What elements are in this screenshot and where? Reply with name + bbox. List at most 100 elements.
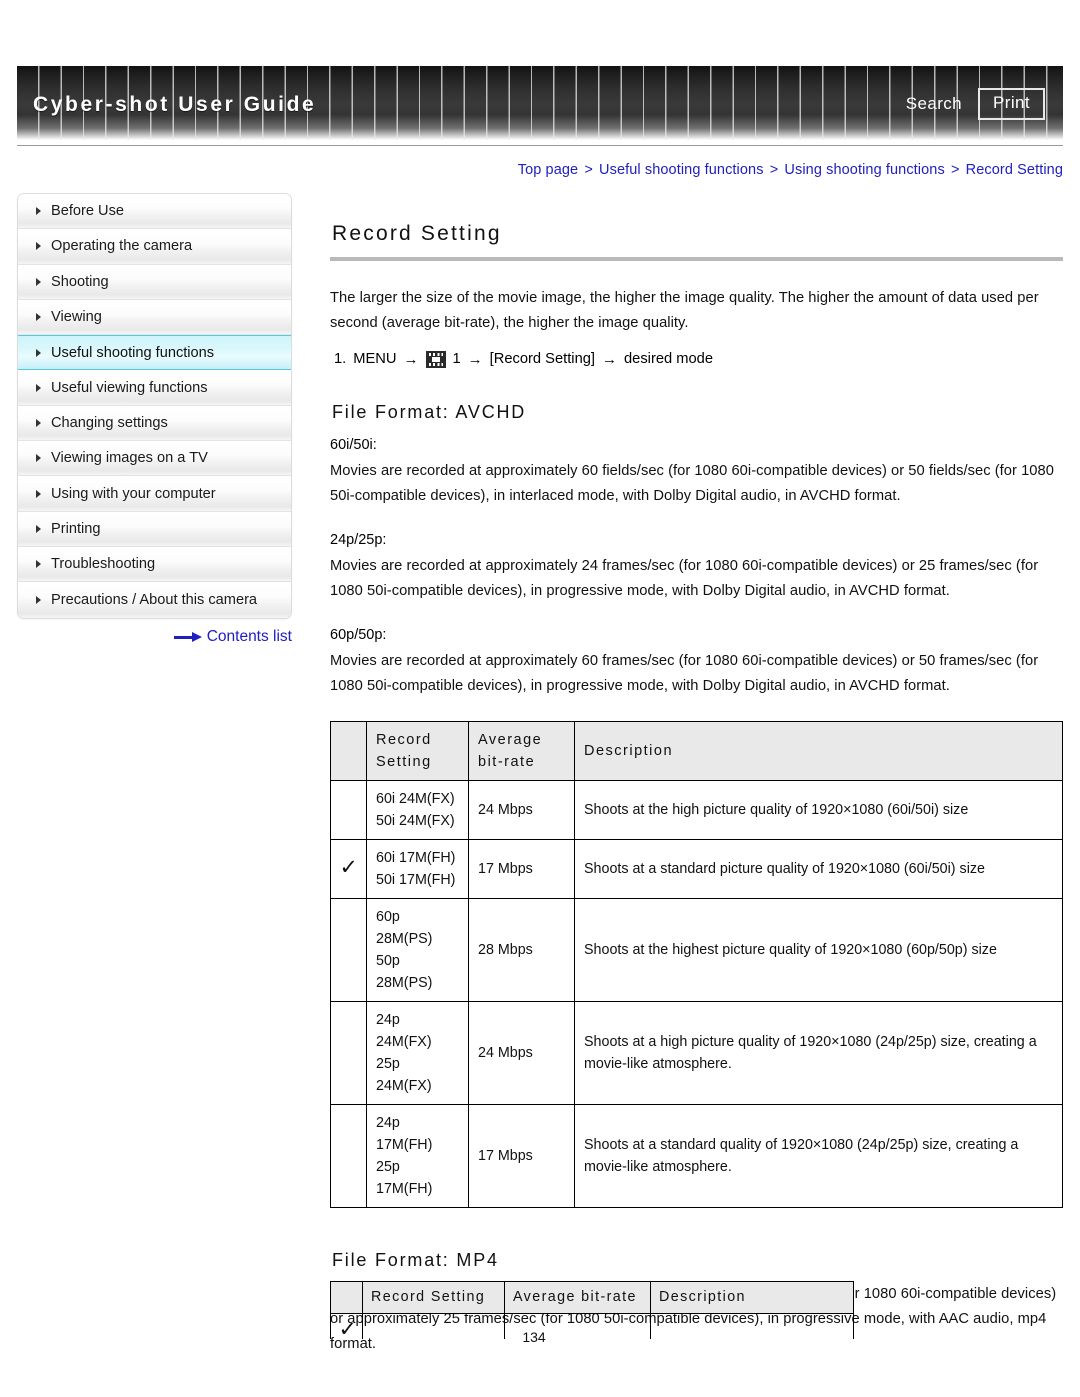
- column-header-record-setting: Record Setting: [362, 1281, 505, 1314]
- column-header-description: Description: [574, 721, 1063, 781]
- breadcrumb-separator: >: [584, 162, 593, 178]
- check-icon: ✓: [339, 856, 359, 879]
- row-check-cell: ✓: [330, 839, 367, 899]
- breadcrumb-item-record-setting[interactable]: Record Setting: [966, 162, 1063, 178]
- cell-record-setting: 24p 24M(FX) 25p 24M(FX): [366, 1001, 469, 1105]
- site-title: Cyber-shot User Guide: [33, 93, 317, 116]
- breadcrumb-item-useful-shooting-functions[interactable]: Useful shooting functions: [599, 162, 764, 178]
- sidebar-item-shooting[interactable]: Shooting: [18, 264, 291, 300]
- header-actions: Search Print: [906, 88, 1045, 120]
- avchd-block-text: Movies are recorded at approximately 60 …: [330, 653, 1039, 694]
- table-row: 24p 24M(FX) 25p 24M(FX) 24 Mbps Shoots a…: [330, 1001, 1063, 1105]
- sidebar-item-label: Using with your computer: [51, 485, 216, 502]
- cell-bitrate: 24 Mbps: [468, 780, 575, 840]
- sidebar-navigation: Before Use Operating the camera Shooting…: [17, 193, 292, 619]
- cell-record-setting: 60i 24M(FX) 50i 24M(FX): [366, 780, 469, 840]
- title-divider: [330, 257, 1063, 261]
- desired-mode-label: desired mode: [624, 351, 713, 367]
- table-row: 24p 17M(FH) 25p 17M(FH) 17 Mbps Shoots a…: [330, 1104, 1063, 1208]
- page-title: Record Setting: [332, 222, 502, 245]
- triangle-right-icon: [36, 418, 41, 427]
- search-link[interactable]: Search: [906, 94, 962, 114]
- triangle-right-icon: [36, 242, 41, 251]
- triangle-right-icon: [36, 207, 41, 216]
- sidebar-item-label: Useful viewing functions: [51, 379, 208, 396]
- movie-mode-icon: [425, 351, 446, 368]
- cell-record-setting: 60i 17M(FH) 50i 17M(FH): [366, 839, 469, 899]
- avchd-block-label: 60p/50p:: [330, 627, 387, 643]
- row-check-cell: [330, 1001, 367, 1105]
- sidebar-item-label: Troubleshooting: [51, 556, 156, 573]
- sidebar-item-label: Viewing images on a TV: [51, 450, 208, 467]
- sidebar-item-useful-viewing-functions[interactable]: Useful viewing functions: [18, 370, 291, 406]
- row-check-cell: [330, 1104, 367, 1208]
- triangle-right-icon: [36, 454, 41, 463]
- sidebar-item-precautions-about-this-camera[interactable]: Precautions / About this camera: [18, 582, 291, 618]
- cell-bitrate: 17 Mbps: [468, 1104, 575, 1208]
- section-heading-avchd: File Format: AVCHD: [332, 402, 527, 422]
- avchd-block-label: 60i/50i:: [330, 437, 377, 453]
- sidebar-item-viewing-images-on-a-tv[interactable]: Viewing images on a TV: [18, 441, 291, 477]
- sidebar-item-label: Viewing: [51, 309, 102, 326]
- cell-record-setting: 60p 28M(PS) 50p 28M(PS): [366, 898, 469, 1002]
- cell-description: Shoots at a standard picture quality of …: [574, 839, 1063, 899]
- arrow-right-icon: →: [602, 351, 617, 368]
- cell-description: Shoots at a high picture quality of 1920…: [574, 1001, 1063, 1105]
- cell-description: Shoots at the highest picture quality of…: [574, 898, 1063, 1002]
- sidebar-item-operating-the-camera[interactable]: Operating the camera: [18, 229, 291, 265]
- section-heading-mp4: File Format: MP4: [332, 1250, 499, 1270]
- sidebar-item-label: Shooting: [51, 273, 109, 290]
- column-header-check: [330, 1281, 363, 1314]
- row-check-cell: [330, 898, 367, 1002]
- breadcrumb: Top page > Useful shooting functions > U…: [518, 162, 1063, 178]
- avchd-block-60i50i: 60i/50i: Movies are recorded at approxim…: [330, 434, 1063, 509]
- column-header-record-setting: Record Setting: [366, 721, 469, 781]
- sidebar-item-label: Printing: [51, 520, 101, 537]
- table-row: 60p 28M(PS) 50p 28M(PS) 28 Mbps Shoots a…: [330, 898, 1063, 1002]
- sidebar-item-label: Precautions / About this camera: [51, 591, 258, 608]
- sidebar-item-printing[interactable]: Printing: [18, 511, 291, 547]
- table-header-row: Record Setting Average bit-rate Descript…: [330, 721, 1063, 781]
- triangle-right-icon: [36, 560, 41, 569]
- triangle-right-icon: [36, 348, 41, 357]
- cell-record-setting: 24p 17M(FH) 25p 17M(FH): [366, 1104, 469, 1208]
- triangle-right-icon: [36, 524, 41, 533]
- menu-step-instruction: 1. MENU → 1 → [Record Setting] → desired…: [334, 347, 1063, 372]
- main-content: Record Setting The larger the size of th…: [330, 222, 1063, 1368]
- menu-tab-number: 1: [452, 351, 461, 367]
- sidebar-item-before-use[interactable]: Before Use: [18, 194, 291, 230]
- page-number: 134: [522, 1329, 546, 1345]
- column-header-description: Description: [650, 1281, 854, 1314]
- column-header-average-bitrate: Average bit-rate: [468, 721, 575, 781]
- breadcrumb-item-top-page[interactable]: Top page: [518, 162, 578, 178]
- cell-description: Shoots at the high picture quality of 19…: [574, 780, 1063, 840]
- breadcrumb-separator: >: [769, 162, 779, 178]
- arrow-right-icon: [173, 632, 202, 643]
- sidebar-item-changing-settings[interactable]: Changing settings: [18, 405, 291, 442]
- intro-paragraph: The larger the size of the movie image, …: [330, 290, 1039, 331]
- breadcrumb-separator: >: [950, 162, 960, 178]
- column-header-check: [330, 721, 367, 781]
- avchd-block-text: Movies are recorded at approximately 24 …: [330, 558, 1039, 599]
- breadcrumb-item-using-shooting-functions[interactable]: Using shooting functions: [784, 162, 944, 178]
- sidebar-item-label: Changing settings: [51, 414, 168, 431]
- column-header-average-bitrate: Average bit-rate: [504, 1281, 651, 1314]
- triangle-right-icon: [36, 277, 41, 286]
- record-setting-bracket: [Record Setting]: [489, 351, 595, 367]
- sidebar-item-label: Operating the camera: [51, 238, 193, 255]
- arrow-right-icon: →: [467, 351, 483, 368]
- row-check-cell: [330, 780, 367, 840]
- sidebar-item-using-with-your-computer[interactable]: Using with your computer: [18, 476, 291, 512]
- triangle-right-icon: [36, 383, 41, 392]
- arrow-right-icon: →: [403, 351, 419, 368]
- contents-list-row: Contents list: [17, 628, 292, 646]
- sidebar-item-viewing[interactable]: Viewing: [18, 299, 291, 336]
- table-header-row: Record Setting Average bit-rate Descript…: [330, 1281, 854, 1314]
- contents-list-link[interactable]: Contents list: [207, 628, 292, 646]
- print-button[interactable]: Print: [978, 88, 1045, 120]
- triangle-right-icon: [36, 313, 41, 322]
- sidebar-item-useful-shooting-functions[interactable]: Useful shooting functions: [18, 335, 291, 371]
- menu-label: MENU: [353, 351, 397, 367]
- sidebar-item-troubleshooting[interactable]: Troubleshooting: [18, 546, 291, 583]
- cell-bitrate: 17 Mbps: [468, 839, 575, 899]
